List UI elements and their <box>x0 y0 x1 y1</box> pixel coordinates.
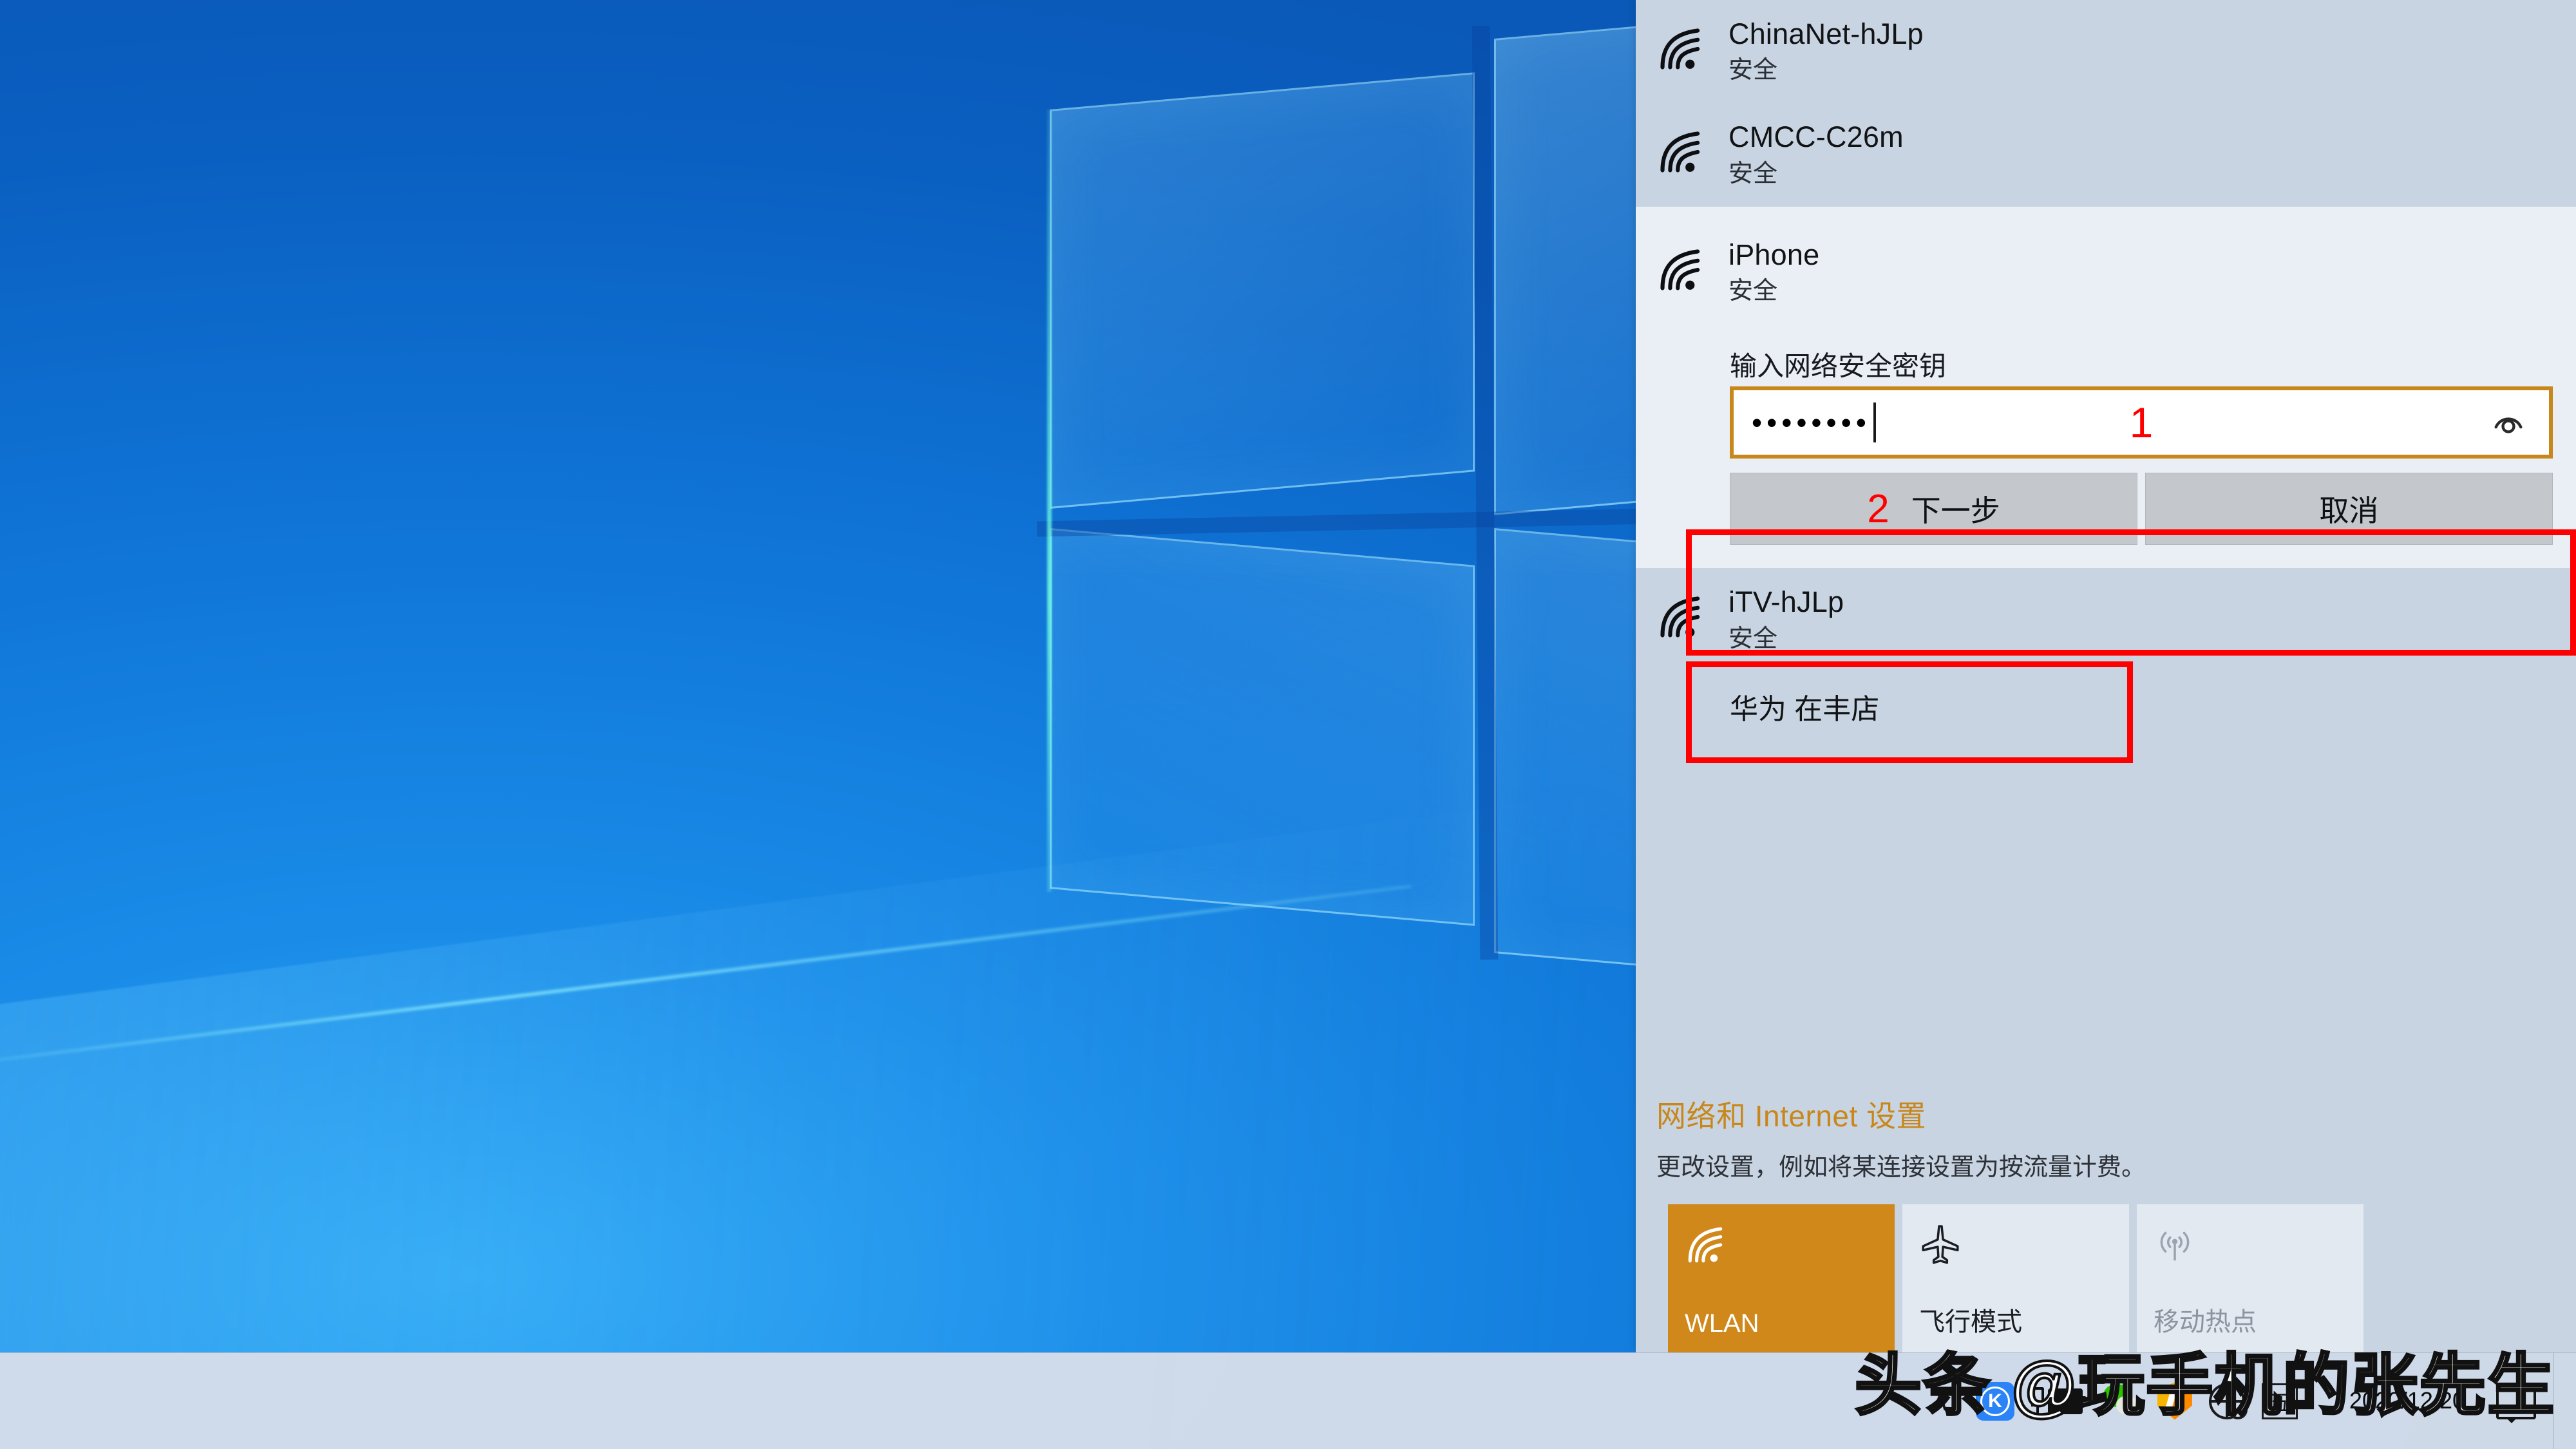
ime-language-icon[interactable]: 五 <box>2262 1383 2298 1419</box>
dialog-button-row: 2 下一步 取消 <box>1636 459 2576 545</box>
network-settings-link[interactable]: 网络和 Internet 设置 <box>1656 1093 2576 1135</box>
text-caret <box>1873 402 1876 443</box>
battery-charging-icon[interactable] <box>2031 1386 2087 1417</box>
password-input[interactable]: •••••••• 1 <box>1730 386 2553 459</box>
network-list-item[interactable]: iTV-hJLp 安全 <box>1636 568 2576 671</box>
wifi-icon <box>1656 592 1705 645</box>
show-desktop-button[interactable] <box>2553 1352 2563 1449</box>
password-masked-value: •••••••• <box>1752 406 1871 440</box>
airplane-icon <box>1919 1224 2112 1269</box>
network-list: ChinaNet-hJLp 安全 CMCC-C26m 安全 iPhone 安全 … <box>1636 0 2576 727</box>
security-shield-icon[interactable] <box>2157 1382 2192 1420</box>
kugou-letter: K <box>1980 1386 2010 1416</box>
network-list-item[interactable]: ChinaNet-hJLp 安全 <box>1636 0 2576 103</box>
chevron-up-icon[interactable]: ∧ <box>1921 1387 1959 1415</box>
network-name: iTV-hJLp <box>1728 585 1844 619</box>
tile-label: WLAN <box>1685 1309 1759 1338</box>
annotation-number-1: 1 <box>2129 399 2154 447</box>
taskbar-date: 2020/12/20 <box>2349 1387 2465 1414</box>
network-status: 安全 <box>1728 160 1778 187</box>
network-list-item[interactable]: CMCC-C26m 安全 <box>1636 103 2576 206</box>
quick-action-tiles: WLAN 飞行模式 移动热点 <box>1656 1182 2576 1352</box>
cancel-button[interactable]: 取消 <box>2145 473 2553 545</box>
network-status: 安全 <box>1728 625 1778 652</box>
wifi-flyout-panel: ChinaNet-hJLp 安全 CMCC-C26m 安全 iPhone 安全 … <box>1636 0 2576 1352</box>
wechat-icon[interactable] <box>2103 1383 2141 1420</box>
network-settings-description: 更改设置，例如将某连接设置为按流量计费。 <box>1656 1154 2146 1181</box>
kugou-icon[interactable]: K <box>1976 1381 2014 1421</box>
expanded-network-card: iPhone 安全 输入网络安全密钥 •••••••• 1 2 下一步 取消 <box>1636 206 2576 569</box>
annotation-number-2: 2 <box>1867 486 1889 531</box>
network-status: 安全 <box>1728 57 1778 84</box>
system-tray: ∧ K 五 2020/12/20 <box>1921 1352 2576 1449</box>
notification-bubble-icon[interactable] <box>2496 1383 2536 1423</box>
logo-pane-bottom-left <box>1050 528 1475 926</box>
hotspot-icon <box>2154 1224 2347 1269</box>
network-status: 安全 <box>1728 278 1778 305</box>
network-list-item-selected[interactable]: iPhone 安全 <box>1636 229 2576 307</box>
password-row: •••••••• 1 <box>1636 386 2576 459</box>
wifi-icon <box>1656 24 1705 77</box>
tile-wlan[interactable]: WLAN <box>1668 1204 1895 1352</box>
logo-edge-glow <box>1047 109 1052 892</box>
logo-pane-top-left <box>1050 72 1475 509</box>
tile-mobile-hotspot[interactable]: 移动热点 <box>2137 1204 2363 1352</box>
next-button[interactable]: 2 下一步 <box>1730 473 2137 545</box>
taskbar-clock[interactable]: 2020/12/20 <box>2315 1386 2476 1416</box>
tile-label: 飞行模式 <box>1919 1308 2022 1336</box>
eye-icon[interactable] <box>2486 400 2531 445</box>
cancel-button-label: 取消 <box>2319 494 2379 528</box>
network-name: CMCC-C26m <box>1728 120 1904 154</box>
network-name: ChinaNet-hJLp <box>1728 17 1924 50</box>
panel-footer: 网络和 Internet 设置 更改设置，例如将某连接设置为按流量计费。 WLA… <box>1636 1093 2576 1352</box>
network-name: iPhone <box>1728 238 1820 271</box>
wifi-icon <box>1685 1224 1878 1269</box>
wifi-icon <box>1656 128 1705 180</box>
network-name-clipped: 华为 在丰店 <box>1730 693 1880 725</box>
network-list-item-clipped[interactable]: 华为 在丰店 <box>1636 690 2576 727</box>
tile-airplane-mode[interactable]: 飞行模式 <box>1902 1204 2129 1352</box>
wifi-icon <box>1656 245 1705 298</box>
tile-label: 移动热点 <box>2154 1308 2257 1336</box>
password-prompt-label: 输入网络安全密钥 <box>1730 351 1947 382</box>
network-no-internet-icon[interactable] <box>2209 1383 2248 1419</box>
next-button-label: 下一步 <box>1911 494 2000 528</box>
taskbar: ∧ K 五 2020/12/20 <box>0 1352 2576 1449</box>
